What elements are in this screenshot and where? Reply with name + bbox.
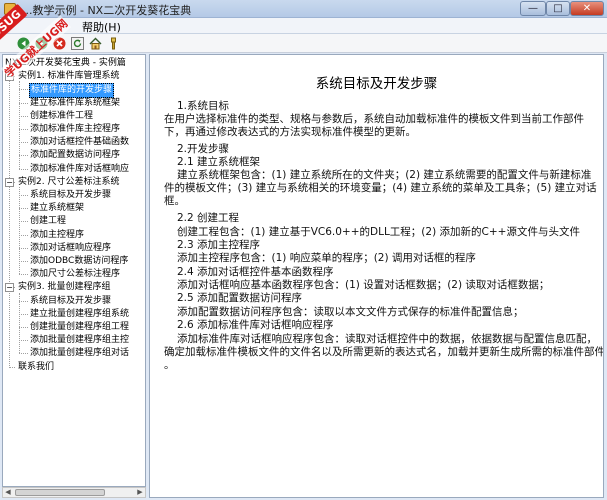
tree-item[interactable]: 系统目标及开发步骤	[29, 295, 112, 308]
document-paragraph-line: 添加对话框响应基本函数程序包含：(1) 设置对话框数据；(2) 读取对话框数据；	[177, 279, 550, 291]
collapse-toggle-icon[interactable]: −	[5, 177, 14, 187]
tree-root[interactable]: NX二次开发葵花宝典 - 实例篇	[4, 57, 127, 70]
tree-item[interactable]: 标准件库的开发步骤	[29, 83, 115, 99]
tree-item-label: 添加ODBC数据访问程序	[30, 256, 129, 266]
tree-item[interactable]: 添加对话框响应程序	[29, 242, 112, 255]
page-title: 系统目标及开发步骤	[315, 76, 438, 92]
toolbar	[0, 34, 607, 53]
tree-item-label: 添加对话框控件基础函数	[30, 137, 130, 148]
document-paragraph-line: 2.6 添加标准件库对话框响应程序	[177, 319, 334, 331]
scrollbar-thumb[interactable]	[15, 489, 105, 496]
tree-item[interactable]: 添加批量创建程序组对话	[29, 347, 130, 360]
document-paragraph-line: 建立系统框架包含：(1) 建立系统所在的文件夹；(2) 建立系统需要的配置文件与…	[177, 169, 592, 181]
document-paragraph-line: 2.5 添加配置数据访问程序	[177, 292, 303, 304]
document-paragraph-line: 2.3 添加主控程序	[177, 239, 261, 251]
document-paragraph-line: 下，再通过修改表达式的方法实现标准件模型的更新。	[164, 126, 416, 138]
navigation-tree[interactable]: NX二次开发葵花宝典 - 实例篇 − 实例1. 标准件库管理系统 标准件库的开发步骤建…	[2, 54, 146, 487]
document-paragraph-line: 添加配置数据访问程序包含：读取以本文文件方式保存的标准件配置信息；	[177, 306, 524, 318]
document-paragraph-line: 添加标准件库对话框响应程序包含：读取对话框控件中的数据，依据数据与配置信息匹配，	[177, 333, 597, 345]
tree-item[interactable]: 添加对话框控件基础函数	[29, 136, 130, 149]
tree-item-label: 实例2. 尺寸公差标注系统	[18, 176, 120, 187]
document-paragraph-line: 件的模板文件；(3) 建立与系统相关的环境变量；(4) 建立系统的菜单及工具条；…	[164, 182, 597, 194]
tree-item-label: 创建批量创建程序组工程	[30, 322, 130, 332]
tree-item-label: 联系我们	[18, 361, 55, 372]
collapse-toggle-icon[interactable]: −	[5, 72, 14, 82]
tree-item-label: 建立标准件库系统框架	[30, 97, 121, 108]
window-title: ...教学示例 - NX二次开发葵花宝典	[22, 4, 192, 17]
tree-item-label: 添加尺寸公差标注程序	[30, 269, 121, 280]
document-paragraph-line: 2.2 创建工程	[177, 212, 240, 224]
document-paragraph-line: 2.1 建立系统框架	[177, 156, 261, 168]
tree-item-label: 添加标准件库主控程序	[30, 124, 121, 134]
tree-item-label: 添加主控程序	[30, 229, 85, 240]
stop-icon[interactable]	[52, 36, 66, 50]
document-paragraph-line: 确定加载标准件模板文件的文件名以及所需更新的表达式名，加载并更新生成所需的标准件…	[164, 346, 604, 358]
scroll-right-icon[interactable]: ▶	[135, 488, 145, 497]
refresh-icon[interactable]	[70, 36, 84, 50]
tree-item-label: 建立批量创建程序组系统	[30, 308, 130, 319]
tree-item[interactable]: 添加ODBC数据访问程序	[29, 255, 129, 268]
tree-item-label: 添加批量创建程序组主控	[30, 335, 130, 346]
document-paragraph-line: 在用户选择标准件的类型、规格与参数后，系统自动加载标准件的模板文件到当前工作部件	[164, 113, 584, 125]
tree-item[interactable]: 添加主控程序	[29, 229, 85, 242]
forward-icon[interactable]	[34, 36, 48, 50]
help-icon[interactable]	[106, 36, 120, 50]
tree-item[interactable]: 添加标准件库对话框响应	[29, 163, 130, 176]
tree-item[interactable]: 添加尺寸公差标注程序	[29, 268, 121, 281]
collapse-toggle-icon[interactable]: −	[5, 283, 14, 293]
tree-item-label: 添加对话框响应程序	[30, 242, 112, 253]
menu-help[interactable]: 帮助(H)	[82, 19, 121, 35]
tree-item[interactable]: 建立系统框架	[29, 202, 85, 215]
tree-root-label: NX二次开发葵花宝典 - 实例篇	[5, 58, 126, 68]
tree-item[interactable]: 创建标准件工程	[29, 110, 94, 123]
tree-node[interactable]: − 实例1. 标准件库管理系统	[5, 70, 120, 83]
tree-item[interactable]: 建立批量创建程序组系统	[29, 308, 130, 321]
tree-item-label: 系统目标及开发步骤	[30, 190, 112, 200]
home-icon[interactable]	[88, 36, 102, 50]
tree-item-label: 建立系统框架	[30, 203, 85, 214]
tree-item-label: 创建工程	[30, 216, 67, 227]
document-paragraph-line: 1.系统目标	[177, 100, 230, 112]
tree-item-label: 添加批量创建程序组对话	[30, 348, 130, 359]
maximize-button[interactable]: □	[546, 1, 570, 16]
document-paragraph-line: 2.4 添加对话框控件基本函数程序	[177, 266, 334, 278]
content-pane: 系统目标及开发步骤 1.系统目标 在用户选择标准件的类型、规格与参数后，系统自动加…	[149, 54, 604, 498]
scroll-left-icon[interactable]: ◀	[3, 488, 13, 497]
document-paragraph-line: 。	[164, 359, 175, 371]
tree-node[interactable]: − 实例3. 批量创建程序组	[5, 281, 111, 294]
tree-item[interactable]: 创建工程	[29, 215, 67, 228]
app-icon	[4, 3, 16, 15]
document-paragraph-line: 添加主控程序包含：(1) 响应菜单的程序；(2) 调用对话框的程序	[177, 252, 476, 264]
back-icon[interactable]	[16, 36, 30, 50]
tree-item-label: 添加配置数据访问程序	[30, 150, 121, 161]
tree-item-label: 添加标准件库对话框响应	[30, 163, 130, 174]
close-button[interactable]: ✕	[570, 1, 604, 16]
tree-item[interactable]: 系统目标及开发步骤	[29, 189, 112, 202]
title-bar: ...教学示例 - NX二次开发葵花宝典 — □ ✕	[0, 0, 607, 18]
tree-node[interactable]: 联系我们	[5, 361, 55, 374]
tree-item[interactable]: 添加配置数据访问程序	[29, 149, 121, 162]
minimize-button[interactable]: —	[520, 1, 546, 16]
tree-horizontal-scrollbar[interactable]: ◀ ▶	[2, 487, 146, 498]
document-paragraph-line: 框。	[164, 195, 185, 207]
document-paragraph-line: 创建工程包含：(1) 建立基于VC6.0++的DLL工程；(2) 添加新的C++…	[177, 226, 580, 238]
tree-item-label: 实例3. 批量创建程序组	[18, 282, 111, 293]
tree-item-label: 系统目标及开发步骤	[30, 295, 112, 306]
tree-item[interactable]: 建立标准件库系统框架	[29, 97, 121, 110]
document-paragraph-line: 2.开发步骤	[177, 143, 230, 155]
tree-item-label: 实例1. 标准件库管理系统	[18, 71, 120, 82]
tree-item-label: 创建标准件工程	[30, 110, 94, 121]
tree-item[interactable]: 添加批量创建程序组主控	[29, 334, 130, 347]
tree-item[interactable]: 创建批量创建程序组工程	[29, 321, 130, 334]
tree-node[interactable]: − 实例2. 尺寸公差标注系统	[5, 176, 120, 189]
menu-bar: 帮助(H)	[0, 18, 607, 34]
tree-item[interactable]: 添加标准件库主控程序	[29, 123, 121, 136]
